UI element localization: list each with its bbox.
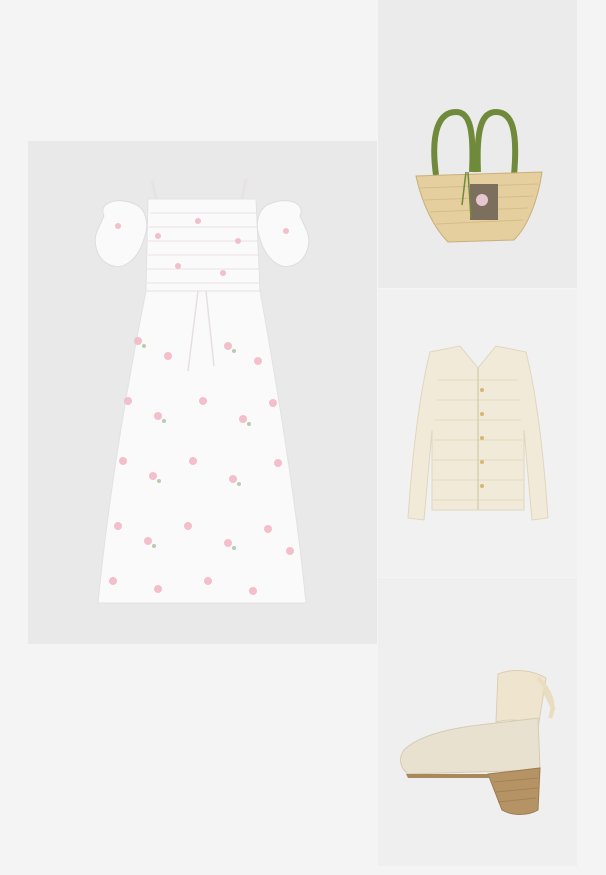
cardigan-icon: [407, 345, 549, 521]
bag-product-image[interactable]: [378, 0, 577, 288]
dress-icon: [94, 178, 310, 604]
dress-product-image[interactable]: [28, 141, 377, 644]
cardigan-product-image[interactable]: [378, 290, 577, 577]
shoe-icon: [400, 670, 556, 815]
basket-bag-icon: [415, 108, 543, 243]
shoe-product-image[interactable]: [378, 578, 577, 866]
